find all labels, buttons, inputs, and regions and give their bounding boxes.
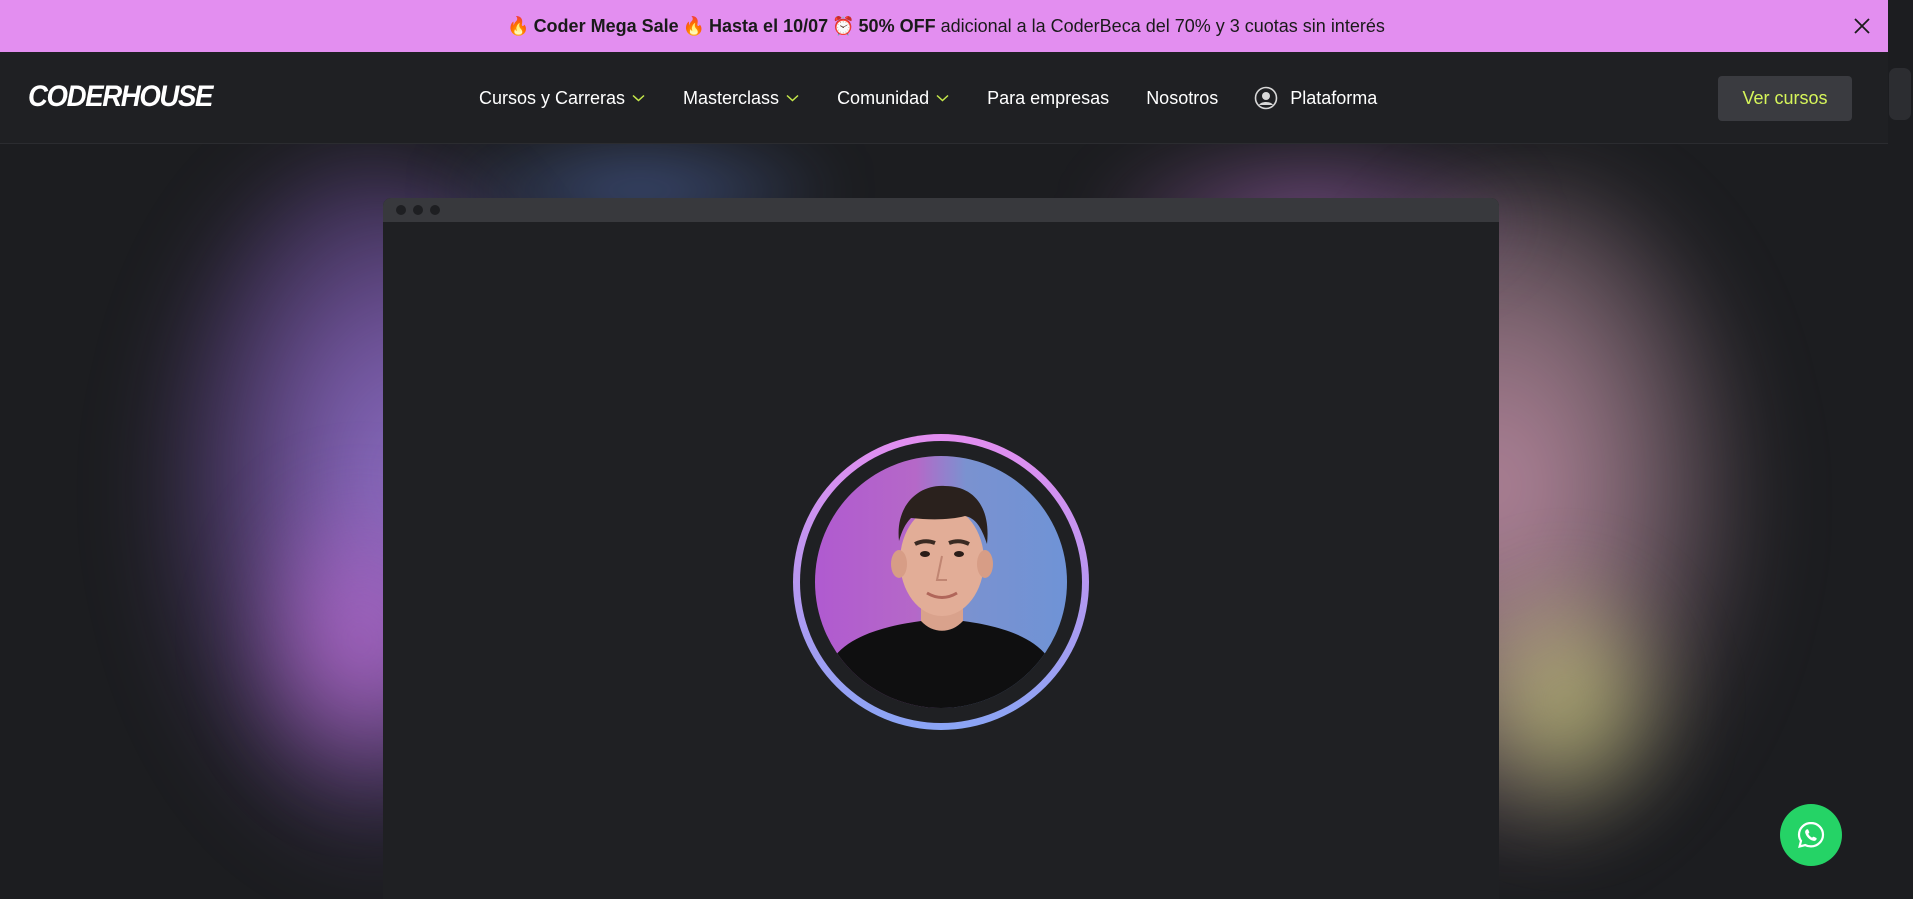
window-titlebar — [383, 198, 1499, 222]
alarm-clock-icon: ⏰ — [832, 15, 855, 36]
person-portrait — [825, 485, 1059, 708]
nav-menu: Cursos y Carreras Masterclass Comunidad … — [479, 52, 1377, 144]
promo-banner: 🔥 Coder Mega Sale 🔥 Hasta el 10/07 ⏰ 50%… — [0, 0, 1888, 52]
nav-item-plataforma[interactable]: Plataforma — [1254, 86, 1377, 110]
navbar: CODERHOUSE Cursos y Carreras Masterclass… — [0, 52, 1888, 144]
nav-item-comunidad[interactable]: Comunidad — [837, 88, 949, 109]
fire-icon: 🔥 — [507, 15, 530, 36]
page: 🔥 Coder Mega Sale 🔥 Hasta el 10/07 ⏰ 50%… — [0, 0, 1913, 899]
nav-item-label: Cursos y Carreras — [479, 87, 626, 108]
chevron-down-icon — [936, 94, 949, 102]
whatsapp-button[interactable] — [1780, 804, 1842, 866]
promo-deadline: Hasta el 10/07 — [709, 15, 829, 36]
promo-discount: 50% OFF — [858, 15, 936, 36]
coderhouse-logo[interactable]: CODERHOUSE — [28, 80, 213, 114]
nav-item-label: Comunidad — [837, 87, 930, 108]
scrollbar-thumb[interactable] — [1889, 68, 1911, 120]
window-dot — [396, 205, 406, 215]
chevron-down-icon — [786, 94, 799, 102]
nav-item-cursos-y-carreras[interactable]: Cursos y Carreras — [479, 88, 645, 109]
nav-item-label: Masterclass — [683, 87, 780, 108]
fire-icon: 🔥 — [682, 15, 706, 36]
whatsapp-icon — [1797, 821, 1825, 849]
nav-item-label: Nosotros — [1146, 87, 1219, 108]
close-icon[interactable] — [1850, 14, 1874, 38]
scrollbar-track[interactable] — [1888, 0, 1913, 899]
chevron-down-icon — [632, 94, 645, 102]
nav-item-masterclass[interactable]: Masterclass — [683, 88, 799, 109]
nav-item-para-empresas[interactable]: Para empresas — [987, 88, 1109, 109]
window-dot — [430, 205, 440, 215]
window-dot — [413, 205, 423, 215]
nav-item-label: Para empresas — [987, 87, 1110, 108]
nav-item-nosotros[interactable]: Nosotros — [1146, 88, 1218, 109]
promo-details: adicional a la CoderBeca del 70% y 3 cuo… — [940, 15, 1385, 36]
avatar — [815, 456, 1067, 708]
promo-title: Coder Mega Sale — [533, 15, 679, 36]
ver-cursos-button[interactable]: Ver cursos — [1718, 76, 1852, 121]
user-circle-icon — [1254, 86, 1278, 110]
nav-item-label: Plataforma — [1290, 87, 1378, 108]
